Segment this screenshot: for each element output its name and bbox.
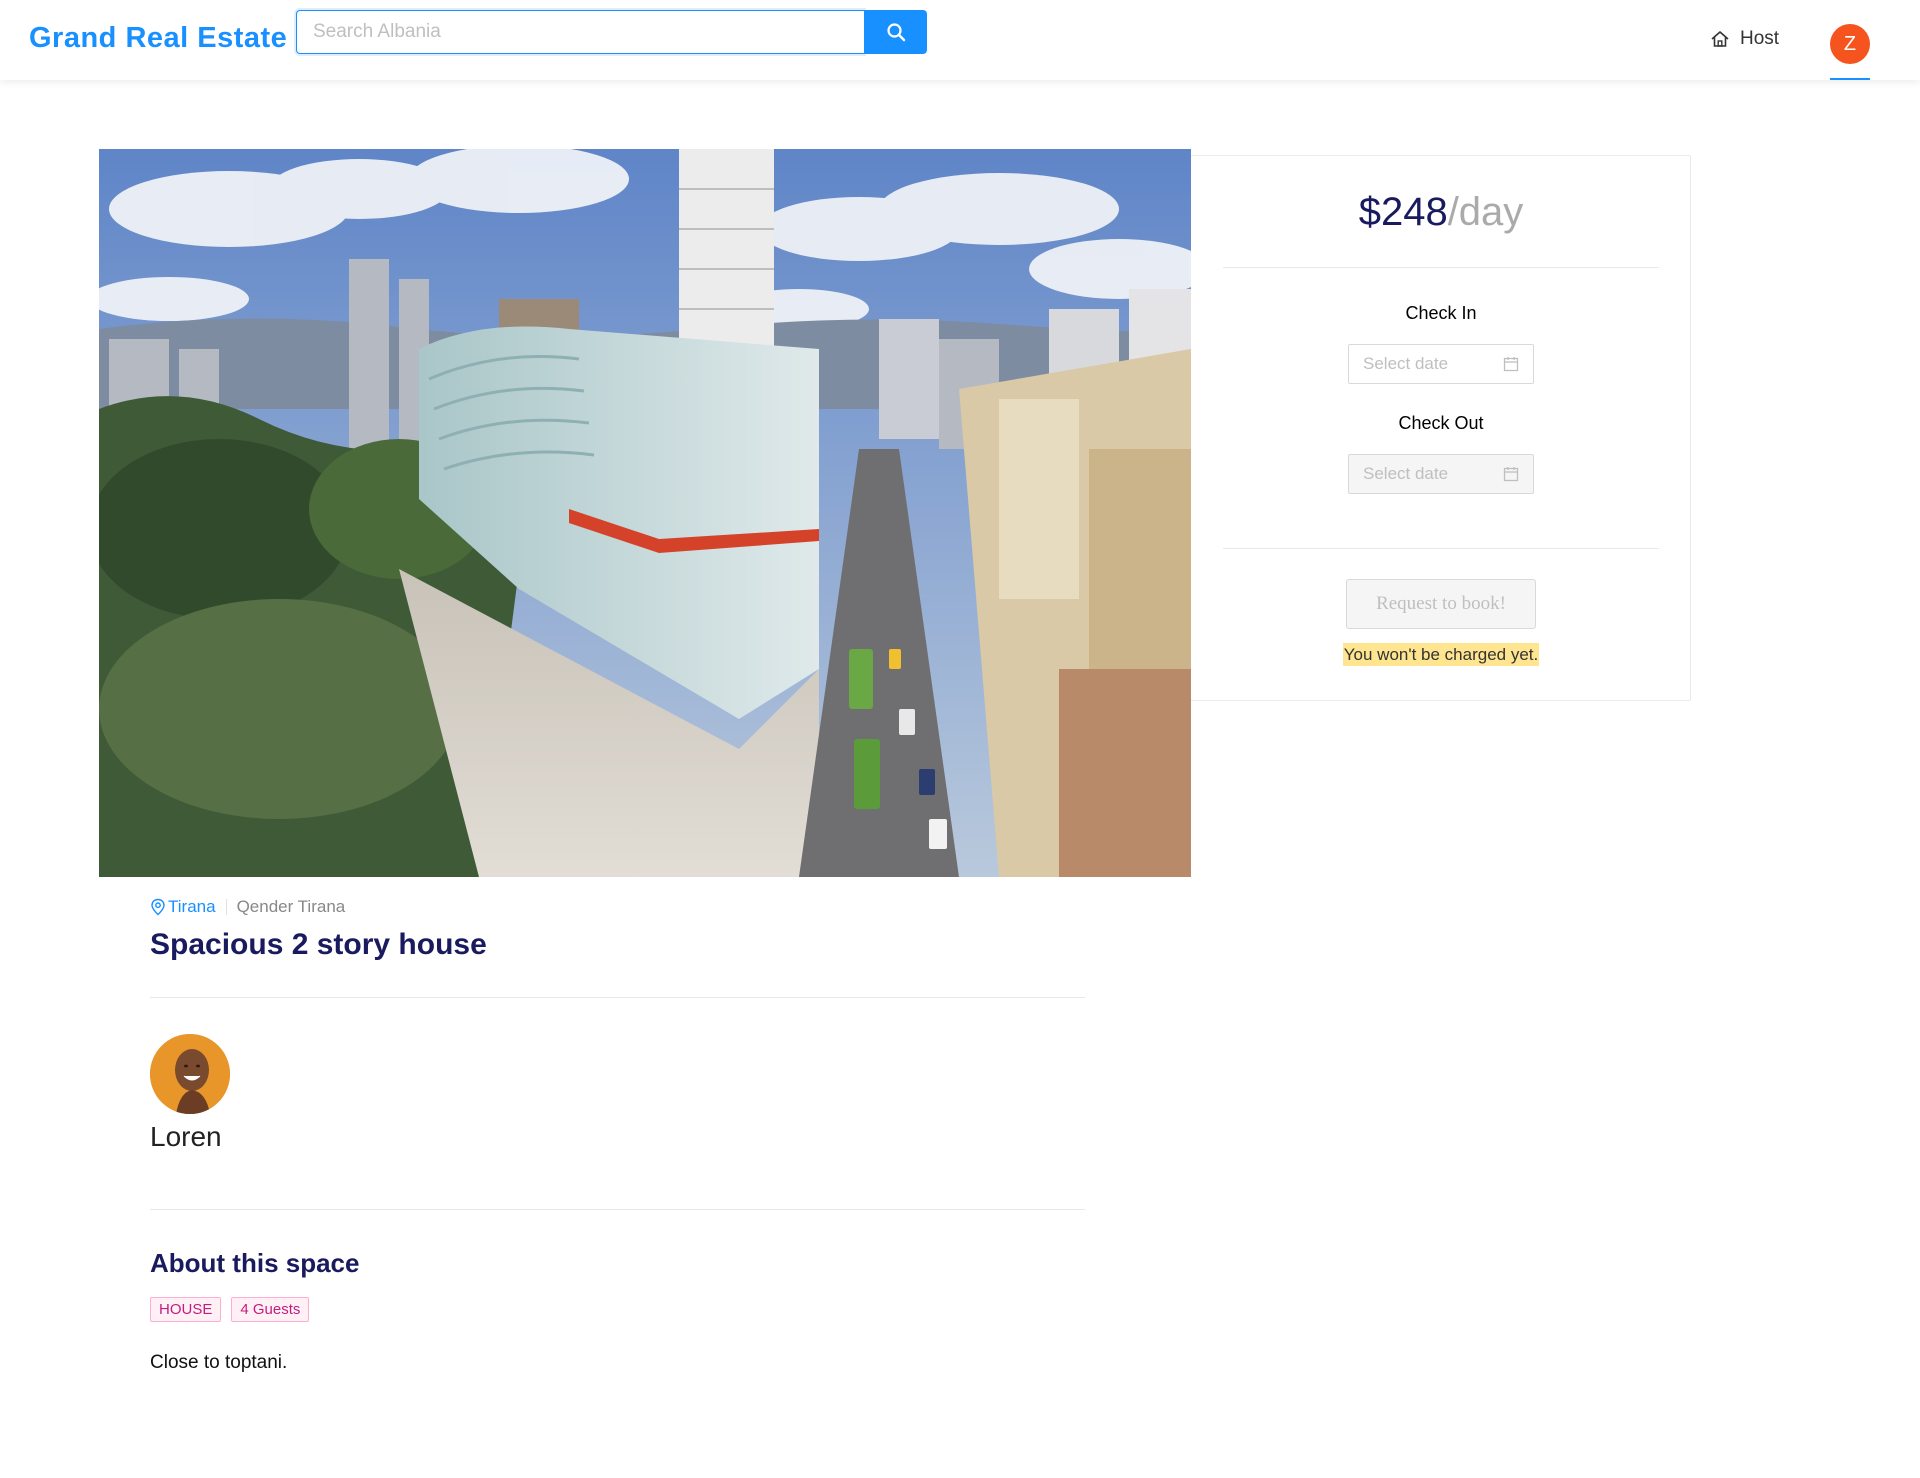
card-divider (1223, 548, 1659, 549)
search-bar (296, 10, 927, 54)
host-label: Host (1740, 28, 1780, 49)
guests-tag: 4 Guests (231, 1297, 310, 1322)
price-unit: /day (1447, 190, 1524, 234)
request-to-book-button[interactable]: Request to book! (1346, 579, 1536, 629)
calendar-icon (1503, 467, 1519, 482)
location-breadcrumb: Tirana Qender Tirana (150, 897, 345, 917)
property-type-tag: HOUSE (150, 1297, 222, 1322)
price-display: $248/day (1191, 190, 1691, 235)
check-out-date-picker[interactable]: Select date (1348, 454, 1534, 494)
host-link[interactable]: Host (1710, 28, 1779, 50)
card-divider (1223, 267, 1659, 268)
search-button[interactable] (864, 10, 927, 54)
location-city-label: Tirana (168, 897, 216, 916)
location-area: Qender Tirana (236, 897, 346, 916)
section-divider (150, 1209, 1085, 1210)
charge-note-text: You won't be charged yet. (1342, 643, 1540, 666)
charge-note: You won't be charged yet. (1191, 643, 1691, 666)
booking-card: $248/day Check In Select date Check Out … (1191, 155, 1691, 701)
check-out-label: Check Out (1398, 413, 1484, 433)
check-in-placeholder: Select date (1363, 354, 1449, 373)
location-pin-icon (151, 898, 165, 916)
about-section-title: About this space (150, 1248, 360, 1278)
host-name: Loren (150, 1121, 222, 1152)
section-divider (150, 997, 1085, 998)
home-icon (1711, 31, 1729, 47)
calendar-icon (1503, 357, 1519, 372)
listing-photo (99, 149, 1191, 877)
location-separator (225, 899, 227, 915)
listing-description: Close to toptani. (150, 1352, 288, 1373)
search-icon (886, 23, 905, 42)
top-navbar: Grand Real Estate Host Z (0, 0, 1920, 80)
location-city[interactable]: Tirana (150, 897, 216, 917)
user-avatar-menu[interactable]: Z (1830, 24, 1870, 64)
active-menu-indicator (1830, 78, 1870, 80)
site-logo[interactable]: Grand Real Estate (29, 22, 287, 55)
listing-title: Spacious 2 story house (150, 928, 487, 961)
listing-tags: HOUSE 4 Guests (150, 1297, 310, 1322)
host-avatar[interactable] (150, 1034, 230, 1114)
search-input[interactable] (296, 10, 864, 54)
price-amount: $248 (1358, 190, 1448, 234)
check-out-placeholder: Select date (1363, 464, 1449, 483)
check-in-label: Check In (1405, 303, 1477, 323)
check-in-date-picker[interactable]: Select date (1348, 344, 1534, 384)
